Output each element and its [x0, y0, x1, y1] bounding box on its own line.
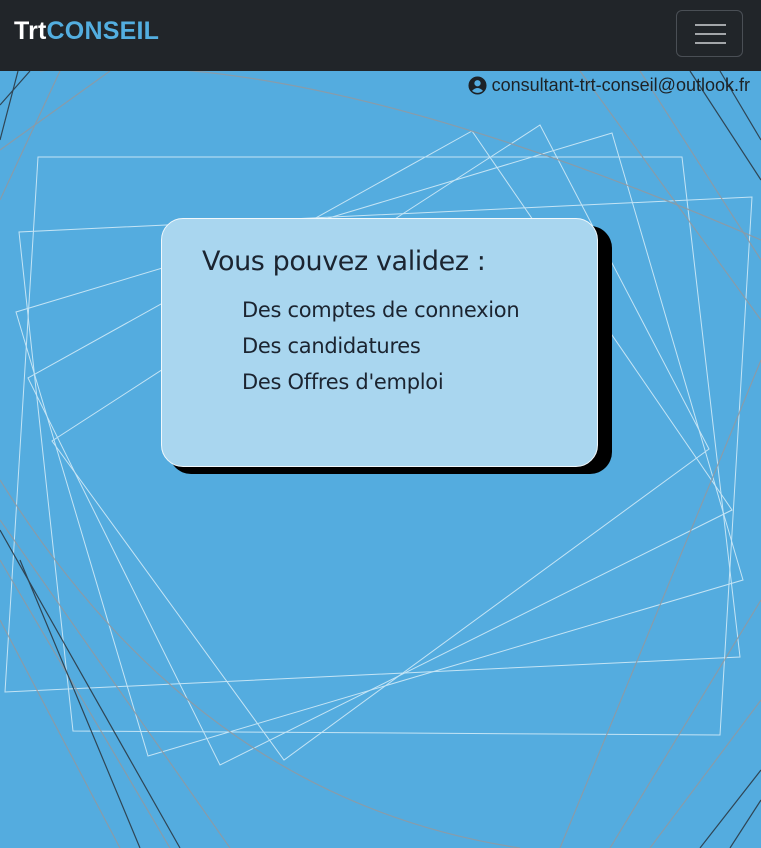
menu-toggle-button[interactable]	[676, 10, 743, 57]
brand-part-trt: Trt	[14, 17, 47, 45]
list-item: Des Offres d'emploi	[242, 370, 444, 394]
brand-logo[interactable]: TrtCONSEIL	[14, 16, 159, 46]
list-item: Des candidatures	[242, 334, 421, 358]
card-title: Vous pouvez validez :	[202, 246, 486, 277]
hamburger-icon-bar	[695, 42, 726, 44]
user-circle-icon	[468, 75, 487, 95]
validation-list: Des comptes de connexion Des candidature…	[242, 292, 520, 400]
brand-part-conseil: CONSEIL	[46, 17, 160, 45]
list-item: Des comptes de connexion	[242, 298, 520, 322]
user-email[interactable]: consultant-trt-conseil@outlook.fr	[492, 75, 750, 96]
user-account[interactable]: consultant-trt-conseil@outlook.fr	[468, 73, 750, 97]
hamburger-icon	[695, 24, 726, 26]
validation-card: Vous pouvez validez : Des comptes de con…	[161, 218, 598, 467]
hamburger-icon-bar	[695, 33, 726, 35]
navbar: TrtCONSEIL	[0, 0, 761, 71]
